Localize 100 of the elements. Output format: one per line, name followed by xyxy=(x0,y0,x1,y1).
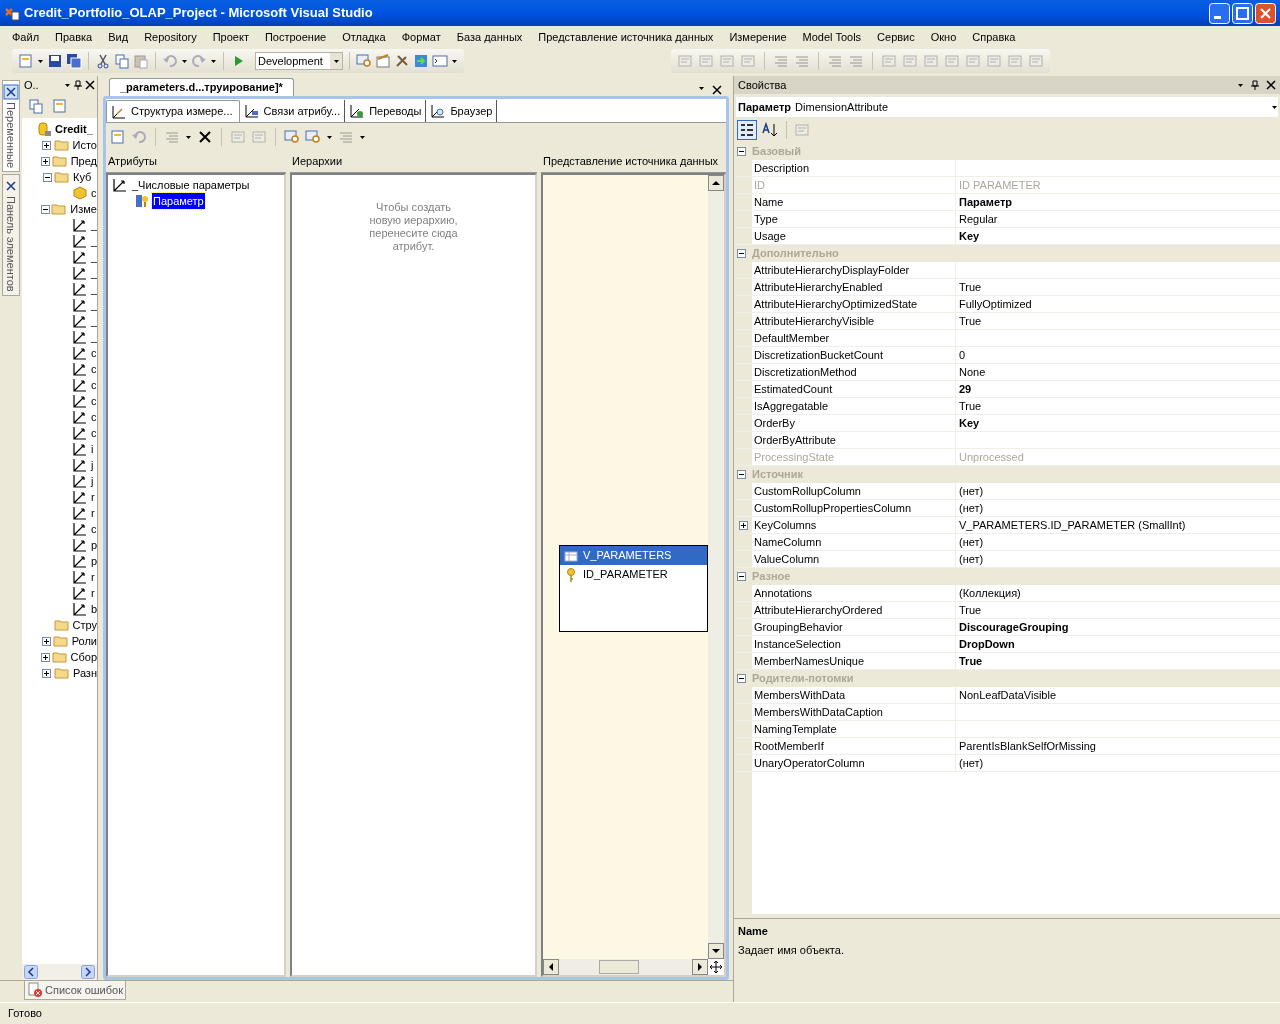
property-value[interactable]: (Коллекция) xyxy=(959,584,1021,602)
menu-item[interactable]: Представление источника данных xyxy=(530,28,722,46)
side-tab[interactable]: Переменные xyxy=(2,80,20,173)
tree-item[interactable]: _ xyxy=(90,232,97,250)
property-value[interactable]: (нет) xyxy=(959,482,984,500)
copy-icon[interactable] xyxy=(114,53,130,69)
property-name[interactable]: DiscretizationMethod xyxy=(754,363,857,381)
tree-item[interactable]: c xyxy=(91,408,97,426)
property-value[interactable]: DiscourageGrouping xyxy=(959,618,1069,636)
tree-item[interactable]: _ xyxy=(90,312,97,330)
tree-item[interactable]: r xyxy=(91,504,95,522)
expand-icon[interactable] xyxy=(41,636,51,646)
sort-alphabetical-icon[interactable] xyxy=(761,121,779,139)
property-name[interactable]: DiscretizationBucketCount xyxy=(754,346,883,364)
document-tab[interactable]: _parameters.d...труирование]* xyxy=(109,78,294,96)
tree-item[interactable]: c xyxy=(91,360,97,378)
property-name[interactable]: KeyColumns xyxy=(754,516,817,534)
table-shape[interactable]: V_PARAMETERS ID_PARAMETER xyxy=(559,545,708,632)
designer-tab[interactable]: Браузер xyxy=(426,100,498,122)
menu-item[interactable]: Вид xyxy=(100,28,137,46)
property-value[interactable]: (нет) xyxy=(959,550,984,568)
property-name[interactable]: OrderByAttribute xyxy=(754,431,836,449)
property-value[interactable]: Regular xyxy=(959,210,998,228)
close-button[interactable] xyxy=(1255,2,1276,24)
tree-item[interactable]: _ xyxy=(90,296,97,314)
save-icon[interactable] xyxy=(47,53,63,69)
object-selector[interactable]: Параметр DimensionAttribute xyxy=(736,97,1278,117)
tree-item[interactable]: Credit_ xyxy=(55,120,93,138)
expand-icon[interactable] xyxy=(41,156,51,166)
attribute-item[interactable]: Параметр xyxy=(152,192,205,210)
tree-item[interactable]: i xyxy=(91,440,94,458)
scroll-left-icon[interactable] xyxy=(543,959,559,975)
property-value[interactable]: (нет) xyxy=(959,499,984,517)
tree-item[interactable]: r xyxy=(91,568,95,586)
properties-icon[interactable] xyxy=(28,98,44,114)
error-list-tab[interactable]: Список ошибок xyxy=(24,981,126,1000)
property-value[interactable]: True xyxy=(959,652,983,670)
property-value[interactable]: DropDown xyxy=(959,635,1015,653)
property-name[interactable]: GroupingBehavior xyxy=(754,618,843,636)
menu-item[interactable]: Формат xyxy=(393,28,449,46)
tree-item[interactable]: Изме xyxy=(70,200,97,218)
property-name[interactable]: MemberNamesUnique xyxy=(754,652,865,670)
property-name[interactable]: AttributeHierarchyVisible xyxy=(754,312,875,330)
configuration-dropdown[interactable]: Development xyxy=(255,52,343,70)
property-value[interactable]: FullyOptimized xyxy=(959,295,1032,313)
property-value[interactable]: True xyxy=(959,601,982,619)
close-icon[interactable] xyxy=(85,80,95,90)
property-value[interactable]: 29 xyxy=(959,380,972,398)
property-name[interactable]: InstanceSelection xyxy=(754,635,841,653)
property-name[interactable]: IsAggregatable xyxy=(754,397,828,415)
scroll-down-icon[interactable] xyxy=(708,943,724,959)
property-name[interactable]: CustomRollupColumn xyxy=(754,482,861,500)
menu-item[interactable]: Правка xyxy=(47,28,101,46)
pin-icon[interactable] xyxy=(1250,79,1260,91)
collapse-icon[interactable] xyxy=(736,147,746,156)
property-value[interactable]: (нет) xyxy=(959,533,984,551)
property-name[interactable]: RootMemberIf xyxy=(754,737,824,755)
tree-item[interactable]: _ xyxy=(90,328,97,346)
close-icon[interactable] xyxy=(1266,80,1276,90)
tree-item[interactable]: Исто xyxy=(72,136,97,154)
menu-item[interactable]: Окно xyxy=(922,28,965,46)
maximize-button[interactable] xyxy=(1232,2,1253,24)
property-name[interactable]: OrderBy xyxy=(754,414,795,432)
horizontal-scrollbar[interactable] xyxy=(22,964,97,980)
tree-item[interactable]: _ xyxy=(90,248,97,266)
tree-item[interactable]: _ xyxy=(90,216,97,234)
collapse-icon[interactable] xyxy=(736,572,746,581)
tree-item[interactable]: j xyxy=(91,456,94,474)
tree-item[interactable]: j xyxy=(91,472,94,490)
property-name[interactable]: AttributeHierarchyOrdered xyxy=(754,601,883,619)
tree-item[interactable]: r xyxy=(91,584,95,602)
tree-item[interactable]: Пред xyxy=(70,152,97,170)
property-name[interactable]: MembersWithDataCaption xyxy=(754,703,883,721)
menu-item[interactable]: Отладка xyxy=(334,28,394,46)
expand-icon[interactable] xyxy=(738,520,748,530)
menu-item[interactable]: База данных xyxy=(448,28,531,46)
property-value[interactable]: Key xyxy=(959,414,980,432)
collapse-icon[interactable] xyxy=(736,470,746,479)
tree-item[interactable]: _ xyxy=(90,264,97,282)
property-name[interactable]: MembersWithData xyxy=(754,686,846,704)
tree-item[interactable]: Роли xyxy=(71,632,97,650)
menu-item[interactable]: Справка xyxy=(964,28,1024,46)
property-value[interactable]: NonLeafDataVisible xyxy=(959,686,1057,704)
zoom-to-fit-icon[interactable] xyxy=(284,129,300,145)
property-value[interactable]: Параметр xyxy=(959,193,1013,211)
menu-item[interactable]: Model Tools xyxy=(794,28,870,46)
scroll-left-icon[interactable] xyxy=(24,965,38,979)
property-value[interactable]: True xyxy=(959,397,982,415)
tree-item[interactable]: c xyxy=(91,520,97,538)
horizontal-scrollbar[interactable] xyxy=(543,959,708,975)
property-name[interactable]: Annotations xyxy=(754,584,813,602)
property-value[interactable]: True xyxy=(959,312,982,330)
menu-item[interactable]: Измерение xyxy=(721,28,795,46)
collapse-icon[interactable] xyxy=(736,674,746,683)
save-all-icon[interactable] xyxy=(66,53,82,69)
property-name[interactable]: AttributeHierarchyEnabled xyxy=(754,278,883,296)
collapse-icon[interactable] xyxy=(736,249,746,258)
scroll-right-icon[interactable] xyxy=(81,965,95,979)
property-value[interactable]: ParentIsBlankSelfOrMissing xyxy=(959,737,1096,755)
tree-item[interactable]: r xyxy=(91,488,95,506)
